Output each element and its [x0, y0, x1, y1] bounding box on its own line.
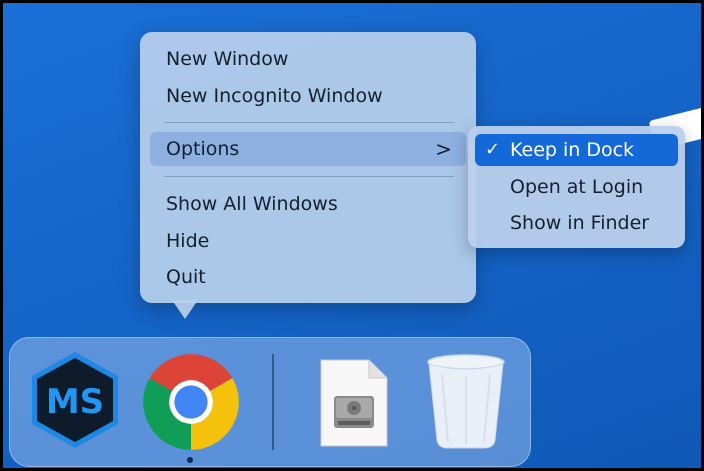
menu-item-options[interactable]: Options >: [150, 132, 466, 166]
menu-item-label: Hide: [166, 230, 210, 252]
menu-item-label: Quit: [166, 266, 206, 288]
checkmark-icon: ✓: [485, 139, 501, 160]
dock-context-menu: New Window New Incognito Window Options …: [140, 32, 476, 303]
submenu-item-label: Show in Finder: [510, 212, 650, 234]
menu-item-label: Show All Windows: [166, 193, 338, 215]
chrome-icon[interactable]: [139, 350, 243, 454]
submenu-item-label: Keep in Dock: [510, 139, 635, 161]
ms-app-letters: MS: [46, 382, 104, 422]
submenu-item-keep-in-dock[interactable]: ✓ Keep in Dock: [475, 134, 678, 166]
menu-item-new-window[interactable]: New Window: [150, 42, 466, 76]
ms-app-icon[interactable]: MS: [25, 350, 125, 450]
menu-item-label: New Incognito Window: [166, 85, 383, 107]
submenu-item-open-at-login[interactable]: Open at Login: [475, 171, 678, 203]
options-submenu: ✓ Keep in Dock Open at Login Show in Fin…: [468, 126, 685, 248]
dock: MS: [9, 337, 531, 467]
chevron-right-icon: >: [435, 137, 452, 161]
menu-item-label: Options: [166, 138, 240, 160]
menu-pointer-arrow: [172, 300, 198, 319]
menu-item-quit[interactable]: Quit: [150, 260, 466, 294]
dock-divider: [272, 354, 274, 450]
menu-separator: [164, 122, 454, 123]
menu-item-new-incognito-window[interactable]: New Incognito Window: [150, 79, 466, 113]
disk-image-file-icon[interactable]: [319, 358, 389, 448]
desktop: New Window New Incognito Window Options …: [0, 0, 704, 471]
menu-separator: [164, 176, 454, 177]
trash-icon[interactable]: [424, 352, 508, 452]
submenu-item-label: Open at Login: [510, 176, 644, 198]
running-indicator-dot: [187, 457, 193, 463]
menu-item-show-all-windows[interactable]: Show All Windows: [150, 187, 466, 221]
menu-item-hide[interactable]: Hide: [150, 224, 466, 258]
submenu-item-show-in-finder[interactable]: Show in Finder: [475, 207, 678, 239]
menu-item-label: New Window: [166, 48, 289, 70]
